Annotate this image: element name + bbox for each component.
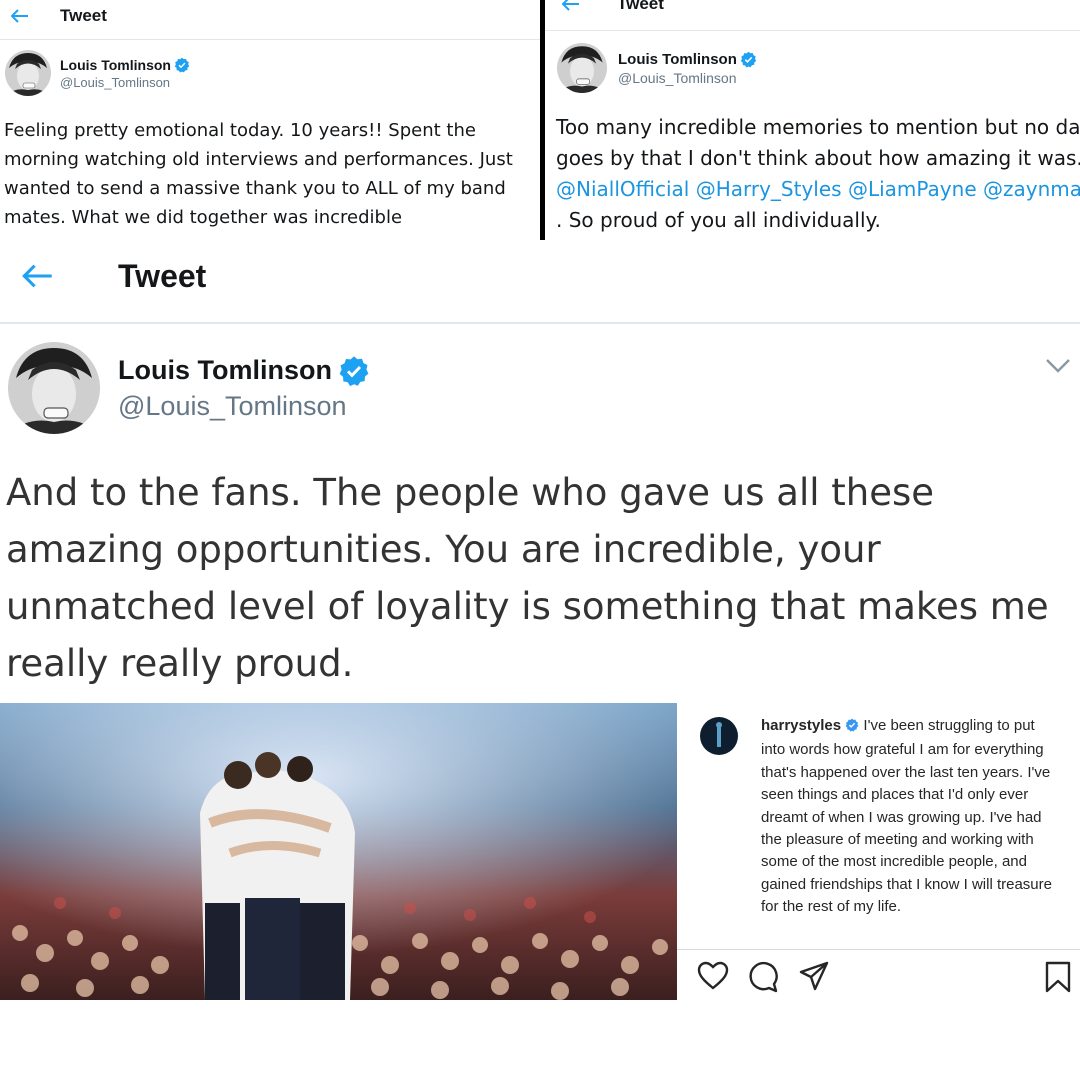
- author-handle[interactable]: @Louis_Tomlinson: [618, 70, 757, 86]
- concert-photo: [0, 703, 677, 1000]
- heart-icon[interactable]: [697, 961, 729, 995]
- header-divider: [545, 30, 1080, 31]
- author-handle[interactable]: @Louis_Tomlinson: [60, 75, 190, 90]
- tweet-author: Louis Tomlinson @Louis_Tomlinson: [5, 50, 190, 96]
- verified-badge-icon: [338, 355, 370, 387]
- instagram-caption-text: I've been struggling to put into words h…: [761, 717, 1052, 916]
- avatar[interactable]: [8, 342, 100, 434]
- chevron-down-icon[interactable]: [1045, 358, 1071, 378]
- header-title: Tweet: [118, 257, 207, 294]
- avatar[interactable]: [5, 50, 51, 96]
- tweet-header: Tweet: [8, 4, 107, 28]
- back-arrow-icon[interactable]: [8, 4, 32, 28]
- bookmark-icon[interactable]: [1045, 961, 1071, 997]
- mention-link[interactable]: @zaynmalik: [983, 177, 1080, 201]
- author-handle[interactable]: @Louis_Tomlinson: [118, 391, 370, 422]
- header-title: Tweet: [617, 0, 664, 13]
- avatar[interactable]: [557, 43, 607, 93]
- header-divider: [0, 322, 1080, 324]
- verified-badge-icon: [845, 717, 859, 739]
- tweet-text: Feeling pretty emotional today. 10 years…: [4, 120, 513, 228]
- tweet-text: And to the fans. The people who gave us …: [6, 471, 1049, 685]
- tweet-author: Louis Tomlinson @Louis_Tomlinson: [557, 43, 757, 93]
- instagram-caption: harrystyles I've been struggling to put …: [761, 715, 1053, 919]
- back-arrow-icon[interactable]: [18, 256, 58, 296]
- instagram-username[interactable]: harrystyles: [761, 717, 841, 734]
- tweet-text-after: . So proud of you all individually.: [556, 208, 881, 232]
- author-display-name[interactable]: Louis Tomlinson: [118, 355, 332, 386]
- tweet-text-before: Too many incredible memories to mention …: [556, 115, 1080, 170]
- author-display-name[interactable]: Louis Tomlinson: [60, 57, 171, 73]
- verified-badge-icon: [174, 57, 190, 73]
- tweet-author: Louis Tomlinson @Louis_Tomlinson: [8, 342, 370, 434]
- mention-link[interactable]: @LiamPayne: [848, 177, 977, 201]
- instagram-divider: [677, 949, 1080, 950]
- tweet-text: Too many incredible memories to mention …: [556, 112, 1080, 236]
- instagram-caption-card: harrystyles I've been struggling to put …: [677, 703, 1080, 1000]
- tweet-photo[interactable]: [0, 703, 677, 1000]
- back-arrow-icon[interactable]: [559, 0, 583, 16]
- tweet-header: Tweet: [559, 0, 664, 16]
- tweet-header: Tweet: [18, 256, 206, 296]
- tweet-panel-main: Tweet Louis Tomlinson @Louis_Tomlinson A…: [0, 240, 1080, 1080]
- verified-badge-icon: [740, 51, 757, 68]
- author-display-name[interactable]: Louis Tomlinson: [618, 51, 737, 68]
- tweet-panel-top-right: Tweet Louis Tomlinson @Louis_Tomlinson T…: [545, 0, 1080, 240]
- mention-link[interactable]: @Harry_Styles: [696, 177, 842, 201]
- mention-link[interactable]: @NiallOfficial: [556, 177, 689, 201]
- header-divider: [0, 39, 540, 40]
- instagram-avatar[interactable]: [700, 717, 738, 755]
- share-icon[interactable]: [799, 961, 829, 995]
- header-title: Tweet: [60, 6, 107, 25]
- tweet-panel-top-left: Tweet Louis Tomlinson @Louis_Tomlinson F…: [0, 0, 540, 240]
- comment-icon[interactable]: [747, 961, 779, 997]
